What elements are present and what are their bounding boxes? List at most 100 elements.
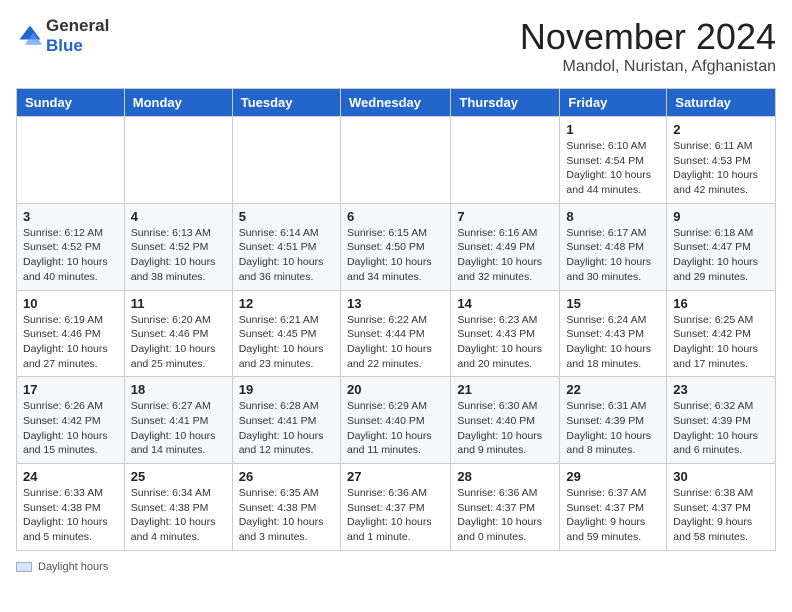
col-header-sunday: Sunday <box>17 89 125 117</box>
logo-general-text: General <box>46 16 109 36</box>
day-info: Sunrise: 6:37 AM Sunset: 4:37 PM Dayligh… <box>566 486 660 545</box>
calendar-cell: 12 Sunrise: 6:21 AM Sunset: 4:45 PM Dayli… <box>232 290 340 377</box>
calendar-cell <box>451 117 560 204</box>
day-number: 15 <box>566 296 660 311</box>
day-number: 22 <box>566 382 660 397</box>
legend-label: Daylight hours <box>38 561 108 573</box>
calendar-cell: 26 Sunrise: 6:35 AM Sunset: 4:38 PM Dayli… <box>232 464 340 551</box>
calendar-cell: 22Sunrise: 6:31 AM Sunset: 4:39 PM Dayli… <box>560 377 667 464</box>
day-info: Sunrise: 6:16 AM Sunset: 4:49 PM Dayligh… <box>457 226 553 285</box>
day-info: Sunrise: 6:32 AM Sunset: 4:39 PM Dayligh… <box>673 399 769 458</box>
calendar-cell: 13 Sunrise: 6:22 AM Sunset: 4:44 PM Dayli… <box>340 290 450 377</box>
calendar-week-3: 10 Sunrise: 6:19 AM Sunset: 4:46 PM Dayli… <box>17 290 776 377</box>
day-info: Sunrise: 6:19 AM Sunset: 4:46 PM Dayligh… <box>23 313 118 372</box>
day-number: 29 <box>566 469 660 484</box>
day-number: 28 <box>457 469 553 484</box>
day-info: Sunrise: 6:14 AM Sunset: 4:51 PM Dayligh… <box>239 226 334 285</box>
calendar-cell: 3 Sunrise: 6:12 AM Sunset: 4:52 PM Daylig… <box>17 203 125 290</box>
day-number: 18 <box>131 382 226 397</box>
day-number: 21 <box>457 382 553 397</box>
calendar-week-1: 1Sunrise: 6:10 AM Sunset: 4:54 PM Daylig… <box>17 117 776 204</box>
calendar-cell <box>17 117 125 204</box>
day-number: 16 <box>673 296 769 311</box>
day-number: 6 <box>347 209 444 224</box>
calendar-cell: 20Sunrise: 6:29 AM Sunset: 4:40 PM Dayli… <box>340 377 450 464</box>
day-number: 27 <box>347 469 444 484</box>
day-info: Sunrise: 6:27 AM Sunset: 4:41 PM Dayligh… <box>131 399 226 458</box>
day-number: 5 <box>239 209 334 224</box>
day-info: Sunrise: 6:34 AM Sunset: 4:38 PM Dayligh… <box>131 486 226 545</box>
legend: Daylight hours <box>16 561 776 573</box>
day-info: Sunrise: 6:24 AM Sunset: 4:43 PM Dayligh… <box>566 313 660 372</box>
calendar-cell: 4 Sunrise: 6:13 AM Sunset: 4:52 PM Daylig… <box>124 203 232 290</box>
calendar-cell: 19 Sunrise: 6:28 AM Sunset: 4:41 PM Dayli… <box>232 377 340 464</box>
day-info: Sunrise: 6:21 AM Sunset: 4:45 PM Dayligh… <box>239 313 334 372</box>
calendar-cell <box>124 117 232 204</box>
col-header-saturday: Saturday <box>667 89 776 117</box>
location-title: Mandol, Nuristan, Afghanistan <box>520 58 776 76</box>
day-info: Sunrise: 6:29 AM Sunset: 4:40 PM Dayligh… <box>347 399 444 458</box>
day-info: Sunrise: 6:22 AM Sunset: 4:44 PM Dayligh… <box>347 313 444 372</box>
day-number: 10 <box>23 296 118 311</box>
day-info: Sunrise: 6:17 AM Sunset: 4:48 PM Dayligh… <box>566 226 660 285</box>
calendar-cell: 8 Sunrise: 6:17 AM Sunset: 4:48 PM Daylig… <box>560 203 667 290</box>
logo-blue-text: Blue <box>46 36 83 55</box>
day-number: 4 <box>131 209 226 224</box>
day-info: Sunrise: 6:26 AM Sunset: 4:42 PM Dayligh… <box>23 399 118 458</box>
calendar-cell: 24 Sunrise: 6:33 AM Sunset: 4:38 PM Dayli… <box>17 464 125 551</box>
calendar-week-2: 3 Sunrise: 6:12 AM Sunset: 4:52 PM Daylig… <box>17 203 776 290</box>
calendar-cell: 25Sunrise: 6:34 AM Sunset: 4:38 PM Dayli… <box>124 464 232 551</box>
legend-box <box>16 562 32 572</box>
day-info: Sunrise: 6:12 AM Sunset: 4:52 PM Dayligh… <box>23 226 118 285</box>
day-number: 19 <box>239 382 334 397</box>
calendar-cell: 21 Sunrise: 6:30 AM Sunset: 4:40 PM Dayli… <box>451 377 560 464</box>
calendar-cell: 2 Sunrise: 6:11 AM Sunset: 4:53 PM Daylig… <box>667 117 776 204</box>
day-info: Sunrise: 6:13 AM Sunset: 4:52 PM Dayligh… <box>131 226 226 285</box>
day-info: Sunrise: 6:36 AM Sunset: 4:37 PM Dayligh… <box>457 486 553 545</box>
calendar-cell: 7 Sunrise: 6:16 AM Sunset: 4:49 PM Daylig… <box>451 203 560 290</box>
day-info: Sunrise: 6:11 AM Sunset: 4:53 PM Dayligh… <box>673 139 769 198</box>
day-number: 9 <box>673 209 769 224</box>
calendar-header: SundayMondayTuesdayWednesdayThursdayFrid… <box>17 89 776 117</box>
day-info: Sunrise: 6:36 AM Sunset: 4:37 PM Dayligh… <box>347 486 444 545</box>
day-number: 13 <box>347 296 444 311</box>
logo-icon <box>16 22 44 50</box>
day-number: 24 <box>23 469 118 484</box>
day-number: 2 <box>673 122 769 137</box>
day-info: Sunrise: 6:38 AM Sunset: 4:37 PM Dayligh… <box>673 486 769 545</box>
day-number: 14 <box>457 296 553 311</box>
col-header-thursday: Thursday <box>451 89 560 117</box>
title-block: November 2024 Mandol, Nuristan, Afghanis… <box>520 16 776 76</box>
day-number: 7 <box>457 209 553 224</box>
header-row: SundayMondayTuesdayWednesdayThursdayFrid… <box>17 89 776 117</box>
calendar-cell: 9 Sunrise: 6:18 AM Sunset: 4:47 PM Daylig… <box>667 203 776 290</box>
day-number: 23 <box>673 382 769 397</box>
calendar-cell: 5 Sunrise: 6:14 AM Sunset: 4:51 PM Daylig… <box>232 203 340 290</box>
calendar-week-4: 17Sunrise: 6:26 AM Sunset: 4:42 PM Dayli… <box>17 377 776 464</box>
calendar-cell: 29 Sunrise: 6:37 AM Sunset: 4:37 PM Dayli… <box>560 464 667 551</box>
day-info: Sunrise: 6:33 AM Sunset: 4:38 PM Dayligh… <box>23 486 118 545</box>
calendar-cell: 10 Sunrise: 6:19 AM Sunset: 4:46 PM Dayli… <box>17 290 125 377</box>
day-info: Sunrise: 6:30 AM Sunset: 4:40 PM Dayligh… <box>457 399 553 458</box>
day-number: 3 <box>23 209 118 224</box>
col-header-wednesday: Wednesday <box>340 89 450 117</box>
col-header-tuesday: Tuesday <box>232 89 340 117</box>
day-info: Sunrise: 6:15 AM Sunset: 4:50 PM Dayligh… <box>347 226 444 285</box>
page-header: General Blue November 2024 Mandol, Nuris… <box>16 16 776 76</box>
calendar-cell <box>232 117 340 204</box>
day-info: Sunrise: 6:35 AM Sunset: 4:38 PM Dayligh… <box>239 486 334 545</box>
col-header-monday: Monday <box>124 89 232 117</box>
calendar-cell: 6 Sunrise: 6:15 AM Sunset: 4:50 PM Daylig… <box>340 203 450 290</box>
calendar-cell: 14 Sunrise: 6:23 AM Sunset: 4:43 PM Dayli… <box>451 290 560 377</box>
day-info: Sunrise: 6:20 AM Sunset: 4:46 PM Dayligh… <box>131 313 226 372</box>
calendar-cell: 11Sunrise: 6:20 AM Sunset: 4:46 PM Dayli… <box>124 290 232 377</box>
day-info: Sunrise: 6:23 AM Sunset: 4:43 PM Dayligh… <box>457 313 553 372</box>
day-info: Sunrise: 6:28 AM Sunset: 4:41 PM Dayligh… <box>239 399 334 458</box>
day-number: 26 <box>239 469 334 484</box>
day-info: Sunrise: 6:18 AM Sunset: 4:47 PM Dayligh… <box>673 226 769 285</box>
day-number: 8 <box>566 209 660 224</box>
calendar-cell: 28 Sunrise: 6:36 AM Sunset: 4:37 PM Dayli… <box>451 464 560 551</box>
day-number: 12 <box>239 296 334 311</box>
calendar-cell: 23 Sunrise: 6:32 AM Sunset: 4:39 PM Dayli… <box>667 377 776 464</box>
calendar-cell: 30Sunrise: 6:38 AM Sunset: 4:37 PM Dayli… <box>667 464 776 551</box>
